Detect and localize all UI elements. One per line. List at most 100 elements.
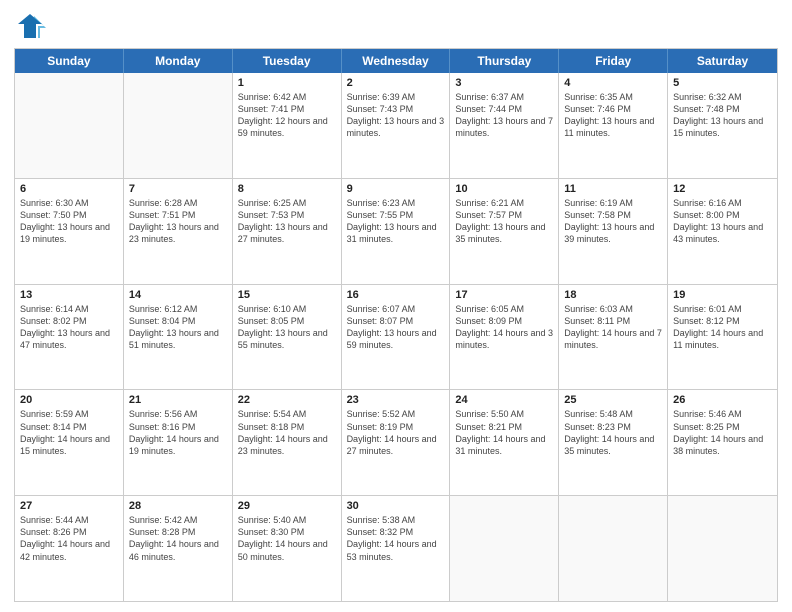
calendar-row-0: 1 Sunrise: 6:42 AM Sunset: 7:41 PM Daylig…	[15, 73, 777, 178]
cell-info: Sunrise: 5:44 AM Sunset: 8:26 PM Dayligh…	[20, 514, 118, 563]
cell-day-number: 30	[347, 500, 445, 512]
calendar-cell	[559, 496, 668, 601]
calendar-cell: 2Sunrise: 6:39 AM Sunset: 7:43 PM Daylig…	[342, 73, 451, 178]
cell-info: Sunrise: 6:39 AM Sunset: 7:43 PM Dayligh…	[347, 91, 445, 140]
cell-info: Sunrise: 5:40 AM Sunset: 8:30 PM Dayligh…	[238, 514, 336, 563]
cell-day-number: 13	[20, 289, 118, 301]
calendar-cell: 18 Sunrise: 6:03 AM Sunset: 8:11 PM Dayli…	[559, 285, 668, 390]
cell-info: Sunrise: 6:25 AM Sunset: 7:53 PM Dayligh…	[238, 197, 336, 246]
cell-info: Sunrise: 6:30 AM Sunset: 7:50 PM Dayligh…	[20, 197, 118, 246]
cell-day-number: 11	[564, 183, 662, 195]
calendar: SundayMondayTuesdayWednesdayThursdayFrid…	[14, 48, 778, 602]
logo-icon	[14, 10, 46, 42]
cell-day-number: 10	[455, 183, 553, 195]
cell-info: Sunrise: 5:48 AM Sunset: 8:23 PM Dayligh…	[564, 408, 662, 457]
cell-info: Sunrise: 5:52 AM Sunset: 8:19 PM Dayligh…	[347, 408, 445, 457]
calendar-cell: 4 Sunrise: 6:35 AM Sunset: 7:46 PM Daylig…	[559, 73, 668, 178]
cell-day-number: 12	[673, 183, 772, 195]
cell-info: Sunrise: 5:59 AM Sunset: 8:14 PM Dayligh…	[20, 408, 118, 457]
cell-day-number: 23	[347, 394, 445, 406]
cell-day-number: 28	[129, 500, 227, 512]
calendar-cell: 29 Sunrise: 5:40 AM Sunset: 8:30 PM Dayli…	[233, 496, 342, 601]
calendar-cell	[124, 73, 233, 178]
calendar-cell: 15Sunrise: 6:10 AM Sunset: 8:05 PM Dayli…	[233, 285, 342, 390]
cell-day-number: 27	[20, 500, 118, 512]
calendar-cell: 1 Sunrise: 6:42 AM Sunset: 7:41 PM Daylig…	[233, 73, 342, 178]
cell-day-number: 29	[238, 500, 336, 512]
calendar-cell: 5 Sunrise: 6:32 AM Sunset: 7:48 PM Daylig…	[668, 73, 777, 178]
calendar-cell: 21 Sunrise: 5:56 AM Sunset: 8:16 PM Dayli…	[124, 390, 233, 495]
cell-day-number: 9	[347, 183, 445, 195]
cell-info: Sunrise: 6:42 AM Sunset: 7:41 PM Dayligh…	[238, 91, 336, 140]
cell-info: Sunrise: 5:54 AM Sunset: 8:18 PM Dayligh…	[238, 408, 336, 457]
calendar-cell: 14Sunrise: 6:12 AM Sunset: 8:04 PM Dayli…	[124, 285, 233, 390]
cell-info: Sunrise: 5:42 AM Sunset: 8:28 PM Dayligh…	[129, 514, 227, 563]
cell-info: Sunrise: 6:14 AM Sunset: 8:02 PM Dayligh…	[20, 303, 118, 352]
cell-info: Sunrise: 6:28 AM Sunset: 7:51 PM Dayligh…	[129, 197, 227, 246]
calendar-cell: 12 Sunrise: 6:16 AM Sunset: 8:00 PM Dayli…	[668, 179, 777, 284]
calendar-cell: 10 Sunrise: 6:21 AM Sunset: 7:57 PM Dayli…	[450, 179, 559, 284]
cell-day-number: 24	[455, 394, 553, 406]
cell-day-number: 8	[238, 183, 336, 195]
calendar-cell	[668, 496, 777, 601]
page: SundayMondayTuesdayWednesdayThursdayFrid…	[0, 0, 792, 612]
calendar-cell: 30 Sunrise: 5:38 AM Sunset: 8:32 PM Dayli…	[342, 496, 451, 601]
cell-info: Sunrise: 6:37 AM Sunset: 7:44 PM Dayligh…	[455, 91, 553, 140]
calendar-cell: 22 Sunrise: 5:54 AM Sunset: 8:18 PM Dayli…	[233, 390, 342, 495]
calendar-cell: 23 Sunrise: 5:52 AM Sunset: 8:19 PM Dayli…	[342, 390, 451, 495]
cell-day-number: 5	[673, 77, 772, 89]
cell-info: Sunrise: 6:32 AM Sunset: 7:48 PM Dayligh…	[673, 91, 772, 140]
cell-info: Sunrise: 5:46 AM Sunset: 8:25 PM Dayligh…	[673, 408, 772, 457]
cell-info: Sunrise: 6:03 AM Sunset: 8:11 PM Dayligh…	[564, 303, 662, 352]
cell-day-number: 7	[129, 183, 227, 195]
calendar-row-1: 6 Sunrise: 6:30 AM Sunset: 7:50 PM Daylig…	[15, 178, 777, 284]
calendar-cell: 20Sunrise: 5:59 AM Sunset: 8:14 PM Dayli…	[15, 390, 124, 495]
calendar-row-4: 27 Sunrise: 5:44 AM Sunset: 8:26 PM Dayli…	[15, 495, 777, 601]
cell-day-number: 4	[564, 77, 662, 89]
cell-info: Sunrise: 6:23 AM Sunset: 7:55 PM Dayligh…	[347, 197, 445, 246]
calendar-cell: 16Sunrise: 6:07 AM Sunset: 8:07 PM Dayli…	[342, 285, 451, 390]
header-day-friday: Friday	[559, 49, 668, 73]
cell-day-number: 22	[238, 394, 336, 406]
cell-info: Sunrise: 5:56 AM Sunset: 8:16 PM Dayligh…	[129, 408, 227, 457]
calendar-cell: 6 Sunrise: 6:30 AM Sunset: 7:50 PM Daylig…	[15, 179, 124, 284]
cell-info: Sunrise: 5:38 AM Sunset: 8:32 PM Dayligh…	[347, 514, 445, 563]
cell-info: Sunrise: 6:16 AM Sunset: 8:00 PM Dayligh…	[673, 197, 772, 246]
calendar-cell: 17Sunrise: 6:05 AM Sunset: 8:09 PM Dayli…	[450, 285, 559, 390]
calendar-cell	[15, 73, 124, 178]
cell-day-number: 26	[673, 394, 772, 406]
cell-day-number: 6	[20, 183, 118, 195]
cell-day-number: 3	[455, 77, 553, 89]
calendar-cell: 8 Sunrise: 6:25 AM Sunset: 7:53 PM Daylig…	[233, 179, 342, 284]
calendar-cell: 7 Sunrise: 6:28 AM Sunset: 7:51 PM Daylig…	[124, 179, 233, 284]
calendar-row-2: 13 Sunrise: 6:14 AM Sunset: 8:02 PM Dayli…	[15, 284, 777, 390]
calendar-row-3: 20Sunrise: 5:59 AM Sunset: 8:14 PM Dayli…	[15, 389, 777, 495]
cell-info: Sunrise: 6:12 AM Sunset: 8:04 PM Dayligh…	[129, 303, 227, 352]
calendar-cell	[450, 496, 559, 601]
cell-info: Sunrise: 6:19 AM Sunset: 7:58 PM Dayligh…	[564, 197, 662, 246]
cell-day-number: 21	[129, 394, 227, 406]
header-day-wednesday: Wednesday	[342, 49, 451, 73]
header	[14, 10, 778, 42]
cell-day-number: 25	[564, 394, 662, 406]
header-day-saturday: Saturday	[668, 49, 777, 73]
header-day-monday: Monday	[124, 49, 233, 73]
cell-day-number: 1	[238, 77, 336, 89]
calendar-cell: 3 Sunrise: 6:37 AM Sunset: 7:44 PM Daylig…	[450, 73, 559, 178]
calendar-cell: 27 Sunrise: 5:44 AM Sunset: 8:26 PM Dayli…	[15, 496, 124, 601]
header-day-thursday: Thursday	[450, 49, 559, 73]
calendar-cell: 24 Sunrise: 5:50 AM Sunset: 8:21 PM Dayli…	[450, 390, 559, 495]
header-day-sunday: Sunday	[15, 49, 124, 73]
cell-info: Sunrise: 6:05 AM Sunset: 8:09 PM Dayligh…	[455, 303, 553, 352]
calendar-header: SundayMondayTuesdayWednesdayThursdayFrid…	[15, 49, 777, 73]
calendar-cell: 26 Sunrise: 5:46 AM Sunset: 8:25 PM Dayli…	[668, 390, 777, 495]
cell-day-number: 19	[673, 289, 772, 301]
cell-day-number: 15	[238, 289, 336, 301]
cell-day-number: 18	[564, 289, 662, 301]
cell-info: Sunrise: 6:35 AM Sunset: 7:46 PM Dayligh…	[564, 91, 662, 140]
calendar-cell: 11 Sunrise: 6:19 AM Sunset: 7:58 PM Dayli…	[559, 179, 668, 284]
cell-info: Sunrise: 6:21 AM Sunset: 7:57 PM Dayligh…	[455, 197, 553, 246]
cell-info: Sunrise: 5:50 AM Sunset: 8:21 PM Dayligh…	[455, 408, 553, 457]
calendar-cell: 25 Sunrise: 5:48 AM Sunset: 8:23 PM Dayli…	[559, 390, 668, 495]
cell-info: Sunrise: 6:07 AM Sunset: 8:07 PM Dayligh…	[347, 303, 445, 352]
